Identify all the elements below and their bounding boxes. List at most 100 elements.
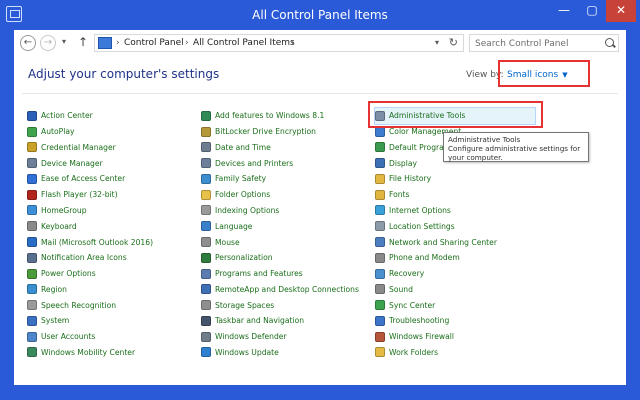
control-panel-item-label[interactable]: Folder Options [215, 190, 270, 199]
address-bar[interactable]: › Control Panel › All Control Panel Item… [94, 34, 464, 52]
control-panel-item[interactable]: Ease of Access Center [27, 171, 153, 187]
control-panel-item[interactable]: Speech Recognition [27, 297, 153, 313]
control-panel-item-label[interactable]: Notification Area Icons [41, 253, 127, 262]
control-panel-item[interactable]: Keyboard [27, 218, 153, 234]
control-panel-item-label[interactable]: Devices and Printers [215, 159, 293, 168]
control-panel-item-label[interactable]: Troubleshooting [389, 316, 449, 325]
control-panel-item-label[interactable]: Windows Update [215, 348, 279, 357]
control-panel-item-label[interactable]: Personalization [215, 253, 273, 262]
control-panel-item-label[interactable]: Power Options [41, 269, 96, 278]
control-panel-item-label[interactable]: AutoPlay [41, 127, 74, 136]
control-panel-item[interactable]: Credential Manager [27, 140, 153, 156]
control-panel-item[interactable]: Mail (Microsoft Outlook 2016) [27, 234, 153, 250]
control-panel-item[interactable]: Internet Options [375, 203, 535, 219]
control-panel-item-label[interactable]: Storage Spaces [215, 301, 274, 310]
control-panel-item[interactable]: Windows Defender [201, 329, 359, 345]
control-panel-item[interactable]: System [27, 313, 153, 329]
control-panel-item-label[interactable]: Fonts [389, 190, 410, 199]
control-panel-item-label[interactable]: HomeGroup [41, 206, 87, 215]
control-panel-item[interactable]: Folder Options [201, 187, 359, 203]
control-panel-item-label[interactable]: Work Folders [389, 348, 438, 357]
control-panel-item[interactable]: Power Options [27, 266, 153, 282]
control-panel-item-label[interactable]: RemoteApp and Desktop Connections [215, 285, 359, 294]
control-panel-item-label[interactable]: Mouse [215, 238, 240, 247]
control-panel-item[interactable]: AutoPlay [27, 124, 153, 140]
control-panel-item-label[interactable]: Mail (Microsoft Outlook 2016) [41, 238, 153, 247]
breadcrumb-separator[interactable]: › [185, 38, 189, 48]
control-panel-item-label[interactable]: User Accounts [41, 332, 95, 341]
control-panel-item[interactable]: BitLocker Drive Encryption [201, 124, 359, 140]
control-panel-item-label[interactable]: Device Manager [41, 159, 103, 168]
control-panel-item[interactable]: Phone and Modem [375, 250, 535, 266]
control-panel-item-label[interactable]: Flash Player (32-bit) [41, 190, 118, 199]
search-icon[interactable] [605, 38, 614, 47]
control-panel-item[interactable]: Language [201, 218, 359, 234]
control-panel-item-label[interactable]: Language [215, 222, 252, 231]
control-panel-item-label[interactable]: Action Center [41, 111, 93, 120]
control-panel-item[interactable]: Recovery [375, 266, 535, 282]
control-panel-item-label[interactable]: Sync Center [389, 301, 435, 310]
control-panel-item-label[interactable]: BitLocker Drive Encryption [215, 127, 316, 136]
control-panel-item-label[interactable]: Windows Mobility Center [41, 348, 135, 357]
control-panel-item-label[interactable]: Programs and Features [215, 269, 303, 278]
control-panel-item-label[interactable]: Display [389, 159, 417, 168]
control-panel-item[interactable]: Mouse [201, 234, 359, 250]
maximize-button[interactable]: ▢ [578, 0, 606, 22]
search-input[interactable] [469, 34, 619, 52]
breadcrumb-separator[interactable]: › [291, 38, 295, 48]
control-panel-item-label[interactable]: Keyboard [41, 222, 77, 231]
control-panel-item-label[interactable]: Speech Recognition [41, 301, 116, 310]
control-panel-item-label[interactable]: Phone and Modem [389, 253, 460, 262]
control-panel-item[interactable]: Date and Time [201, 140, 359, 156]
control-panel-item[interactable]: Flash Player (32-bit) [27, 187, 153, 203]
control-panel-item-label[interactable]: Add features to Windows 8.1 [215, 111, 324, 120]
address-dropdown-button[interactable]: ▾ [435, 38, 439, 47]
control-panel-item-label[interactable]: Indexing Options [215, 206, 279, 215]
control-panel-item[interactable]: HomeGroup [27, 203, 153, 219]
control-panel-item[interactable]: Sync Center [375, 297, 535, 313]
control-panel-item[interactable]: Notification Area Icons [27, 250, 153, 266]
close-button[interactable]: ✕ [606, 0, 636, 22]
control-panel-item[interactable]: Storage Spaces [201, 297, 359, 313]
control-panel-item-label[interactable]: Windows Firewall [389, 332, 454, 341]
control-panel-item[interactable]: Location Settings [375, 218, 535, 234]
control-panel-item-label[interactable]: System [41, 316, 69, 325]
breadcrumb-separator[interactable]: › [116, 38, 120, 48]
control-panel-item[interactable]: Family Safety [201, 171, 359, 187]
control-panel-item[interactable]: Programs and Features [201, 266, 359, 282]
control-panel-item[interactable]: Network and Sharing Center [375, 234, 535, 250]
refresh-button[interactable]: ↻ [449, 36, 458, 49]
control-panel-item[interactable]: Indexing Options [201, 203, 359, 219]
control-panel-item-label[interactable]: Internet Options [389, 206, 451, 215]
control-panel-item[interactable]: Sound [375, 281, 535, 297]
control-panel-item-label[interactable]: Date and Time [215, 143, 271, 152]
control-panel-item-label[interactable]: Location Settings [389, 222, 455, 231]
forward-button[interactable]: → [40, 35, 56, 51]
control-panel-item[interactable]: Action Center [27, 108, 153, 124]
control-panel-item[interactable]: Troubleshooting [375, 313, 535, 329]
control-panel-item-label[interactable]: Taskbar and Navigation [215, 316, 304, 325]
control-panel-item[interactable]: Windows Mobility Center [27, 344, 153, 360]
control-panel-item-label[interactable]: Windows Defender [215, 332, 287, 341]
control-panel-item[interactable]: Taskbar and Navigation [201, 313, 359, 329]
control-panel-item[interactable]: Work Folders [375, 344, 535, 360]
up-button[interactable]: ↑ [78, 35, 88, 49]
control-panel-item[interactable]: Add features to Windows 8.1 [201, 108, 359, 124]
control-panel-item-label[interactable]: File History [389, 174, 431, 183]
breadcrumb-control-panel[interactable]: Control Panel [124, 38, 184, 48]
control-panel-item[interactable]: Device Manager [27, 155, 153, 171]
control-panel-item-label[interactable]: Family Safety [215, 174, 266, 183]
control-panel-item-label[interactable]: Credential Manager [41, 143, 116, 152]
control-panel-item[interactable]: Windows Firewall [375, 329, 535, 345]
control-panel-item[interactable]: Devices and Printers [201, 155, 359, 171]
control-panel-item-label[interactable]: Recovery [389, 269, 424, 278]
control-panel-item[interactable]: Region [27, 281, 153, 297]
control-panel-item[interactable]: Fonts [375, 187, 535, 203]
control-panel-item-label[interactable]: Region [41, 285, 67, 294]
minimize-button[interactable]: — [550, 0, 578, 22]
control-panel-item-label[interactable]: Ease of Access Center [41, 174, 125, 183]
control-panel-item[interactable]: RemoteApp and Desktop Connections [201, 281, 359, 297]
control-panel-item[interactable]: Windows Update [201, 344, 359, 360]
back-button[interactable]: ← [20, 35, 36, 51]
control-panel-item[interactable]: File History [375, 171, 535, 187]
